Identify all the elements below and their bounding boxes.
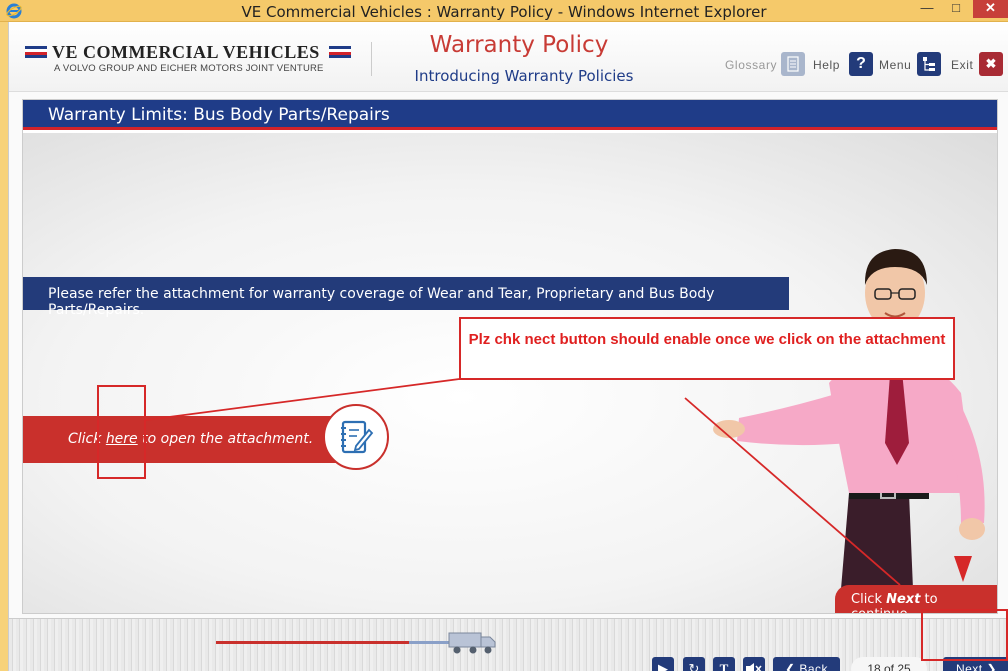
annotation-highlight-link [97, 385, 146, 479]
annotation-callout: Plz chk nect button should enable once w… [459, 317, 955, 380]
annotation-note: Plz chk nect button should enable once w… [468, 331, 946, 348]
annotation-line-to-link [145, 377, 468, 421]
annotation-arrowhead [954, 556, 972, 582]
annotation-line-to-next [684, 397, 901, 586]
annotation-highlight-next [921, 609, 1008, 661]
